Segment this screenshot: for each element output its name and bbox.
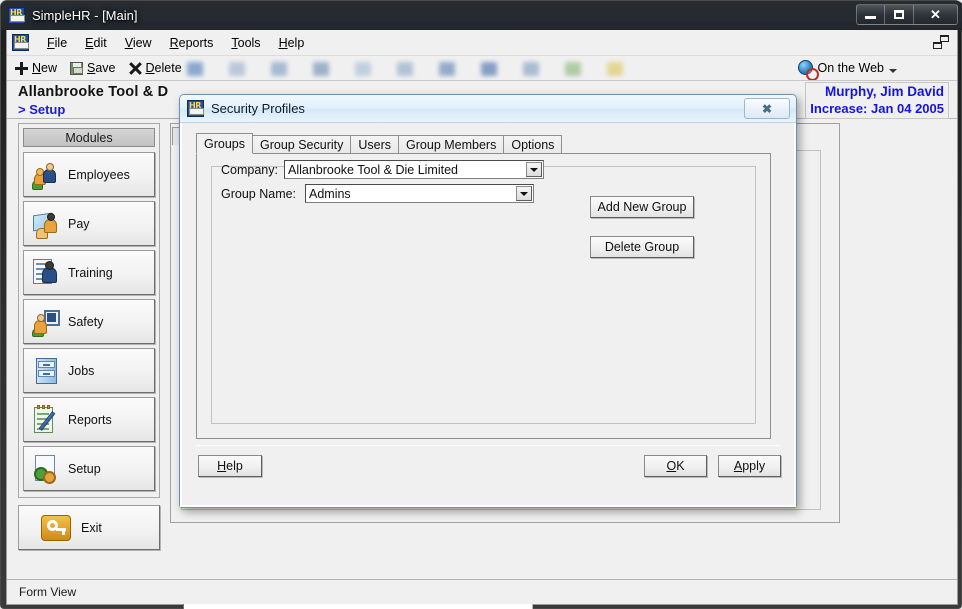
sidebar-item-label: Setup xyxy=(68,461,101,476)
window-title: SimpleHR - [Main] xyxy=(32,8,138,23)
toolbar-save-button[interactable]: Save xyxy=(70,61,116,75)
safety-icon xyxy=(32,307,62,337)
setup-icon xyxy=(32,454,62,484)
exit-group: Exit xyxy=(18,505,160,550)
chevron-down-icon[interactable] xyxy=(525,162,542,177)
dialog-tabstrip: Groups Group Security Users Group Member… xyxy=(196,133,563,154)
restore-window-icon[interactable] xyxy=(933,35,949,49)
sidebar-item-setup[interactable]: Setup xyxy=(23,446,155,491)
exit-key-icon xyxy=(41,513,71,543)
dialog-close-button[interactable]: ✖ xyxy=(744,98,790,119)
sidebar-item-exit[interactable]: Exit xyxy=(18,505,160,550)
employee-info-block: Murphy, Jim David Increase: Jan 04 2005 xyxy=(805,82,949,119)
company-field-row: Company: Allanbrooke Tool & Die Limited xyxy=(221,160,544,179)
menu-item-edit[interactable]: Edit xyxy=(76,33,116,53)
menu-item-reports[interactable]: Reports xyxy=(161,33,223,53)
tab-groups[interactable]: Groups xyxy=(196,133,253,154)
increase-date: Increase: Jan 04 2005 xyxy=(810,101,944,116)
hr-menu-icon xyxy=(12,34,29,51)
tab-group-security[interactable]: Group Security xyxy=(252,135,352,154)
status-bar: Form View xyxy=(7,579,957,604)
modules-group: Modules Employees Pay Training Safety Jo… xyxy=(18,123,160,498)
company-combobox[interactable]: Allanbrooke Tool & Die Limited xyxy=(283,160,544,179)
obscured-toolbar-icons xyxy=(187,56,787,80)
toolbar: New Save Delete On the Web xyxy=(7,56,957,81)
minimize-button[interactable] xyxy=(856,4,885,25)
sidebar-item-employees[interactable]: Employees xyxy=(23,152,155,197)
on-the-web-label: On the Web xyxy=(817,60,884,75)
sidebar-item-label: Training xyxy=(68,265,113,280)
hr-app-icon xyxy=(8,7,25,24)
hr-app-icon xyxy=(187,100,204,117)
sidebar-item-safety[interactable]: Safety xyxy=(23,299,155,344)
company-label: Company: xyxy=(221,162,278,177)
help-button[interactable]: Help xyxy=(198,455,262,477)
sidebar-item-pay[interactable]: Pay xyxy=(23,201,155,246)
close-x-icon xyxy=(129,62,142,75)
menu-bar: File Edit View Reports Tools Help xyxy=(7,30,957,56)
title-bar: SimpleHR - [Main] ✕ xyxy=(1,1,962,30)
sidebar-item-label: Safety xyxy=(68,314,104,329)
add-new-group-button[interactable]: Add New Group xyxy=(590,196,694,218)
application-window: SimpleHR - [Main] ✕ File Edit View Repor… xyxy=(0,0,962,609)
security-profiles-dialog: Security Profiles ✖ Groups Group Securit… xyxy=(179,94,797,508)
sidebar-item-label: Jobs xyxy=(68,363,95,378)
floppy-disk-icon xyxy=(70,61,84,75)
menu-item-help[interactable]: Help xyxy=(270,33,314,53)
group-name-label: Group Name: xyxy=(221,186,297,201)
modules-header: Modules xyxy=(23,128,155,147)
sidebar-item-label: Employees xyxy=(68,167,130,182)
tab-group-members[interactable]: Group Members xyxy=(398,135,505,154)
dialog-title-bar: Security Profiles ✖ xyxy=(180,95,796,123)
employees-icon xyxy=(32,160,62,190)
toolbar-on-the-web-button[interactable]: On the Web xyxy=(797,60,897,80)
window-controls: ✕ xyxy=(856,4,958,25)
sidebar-item-label: Pay xyxy=(68,216,90,231)
menu-item-tools[interactable]: Tools xyxy=(222,33,269,53)
company-value: Allanbrooke Tool & Die Limited xyxy=(287,162,458,177)
jobs-icon xyxy=(32,356,62,386)
pay-icon xyxy=(32,209,62,239)
menu-item-view[interactable]: View xyxy=(116,33,161,53)
tabpage-groups: Company: Allanbrooke Tool & Die Limited … xyxy=(196,153,771,439)
plus-icon xyxy=(15,61,28,75)
sidebar-item-label: Reports xyxy=(68,412,112,427)
menu-item-file[interactable]: File xyxy=(38,33,76,53)
dialog-body: Groups Group Security Users Group Member… xyxy=(180,123,796,507)
globe-search-icon xyxy=(797,60,819,80)
ok-button[interactable]: OK xyxy=(644,455,707,477)
toolbar-delete-button[interactable]: Delete xyxy=(129,61,182,75)
group-name-combobox[interactable]: Admins xyxy=(305,184,534,203)
sidebar-item-jobs[interactable]: Jobs xyxy=(23,348,155,393)
sidebar-item-label: Exit xyxy=(81,520,102,535)
chevron-down-icon[interactable] xyxy=(516,186,532,201)
window-frame: SimpleHR - [Main] ✕ File Edit View Repor… xyxy=(0,0,962,609)
group-name-field-row: Group Name: Admins xyxy=(221,184,534,203)
maximize-button[interactable] xyxy=(885,4,914,25)
apply-button[interactable]: Apply xyxy=(718,455,781,477)
reports-icon xyxy=(32,404,62,435)
sidebar-item-reports[interactable]: Reports xyxy=(23,397,155,442)
dialog-title: Security Profiles xyxy=(211,101,305,116)
chevron-down-icon[interactable] xyxy=(889,68,897,73)
employee-name: Murphy, Jim David xyxy=(824,84,944,99)
tab-options[interactable]: Options xyxy=(503,135,563,154)
close-button[interactable]: ✕ xyxy=(914,4,958,25)
training-icon xyxy=(32,258,62,288)
toolbar-new-button[interactable]: New xyxy=(15,61,57,75)
sidebar: Modules Employees Pay Training Safety Jo… xyxy=(18,123,160,553)
group-name-value: Admins xyxy=(309,186,351,201)
status-text: Form View xyxy=(19,585,77,599)
client-area: File Edit View Reports Tools Help New Sa… xyxy=(6,30,958,609)
dialog-separator xyxy=(196,445,780,446)
tab-users[interactable]: Users xyxy=(350,135,400,154)
delete-group-button[interactable]: Delete Group xyxy=(590,236,694,258)
sidebar-item-training[interactable]: Training xyxy=(23,250,155,295)
